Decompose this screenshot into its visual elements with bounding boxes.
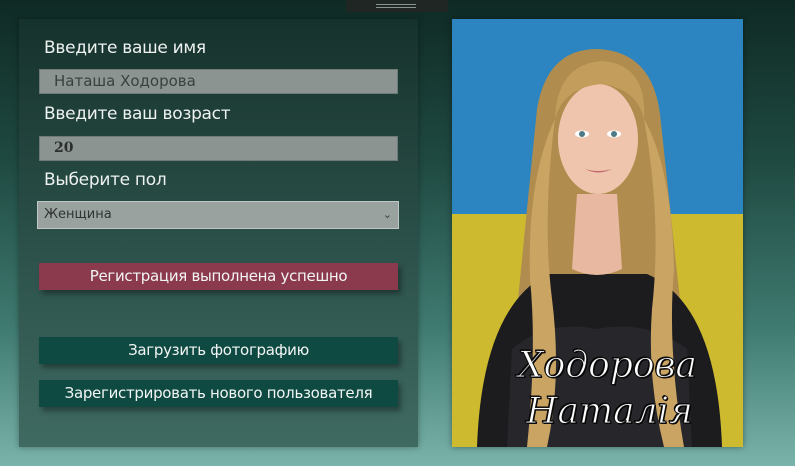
name-input[interactable]: Наташа Ходорова — [39, 69, 398, 94]
handle-line — [376, 7, 416, 8]
gender-select-value: Женщина — [44, 207, 112, 222]
register-new-user-button[interactable]: Зарегистрировать нового пользователя — [39, 380, 398, 407]
photo-caption-surname: Ходорова — [518, 345, 698, 387]
upload-photo-button[interactable]: Загрузить фотографию — [39, 337, 398, 364]
window-drag-handle[interactable] — [346, 0, 448, 12]
gender-label: Выберите пол — [44, 170, 167, 190]
photo-caption-firstname: Наталія — [526, 391, 694, 433]
registration-panel: Введите ваше имя Наташа Ходорова Введите… — [19, 19, 418, 447]
name-label: Введите ваше имя — [44, 38, 206, 58]
age-label: Введите ваш возраст — [44, 104, 231, 124]
gender-select[interactable]: Женщина ⌄ — [37, 201, 399, 229]
user-photo: Ходорова Наталія — [452, 19, 743, 447]
handle-line — [376, 4, 416, 5]
registration-status-button[interactable]: Регистрация выполнена успешно — [39, 263, 398, 290]
chevron-down-icon: ⌄ — [382, 208, 392, 221]
age-input[interactable]: 20 — [39, 136, 398, 161]
